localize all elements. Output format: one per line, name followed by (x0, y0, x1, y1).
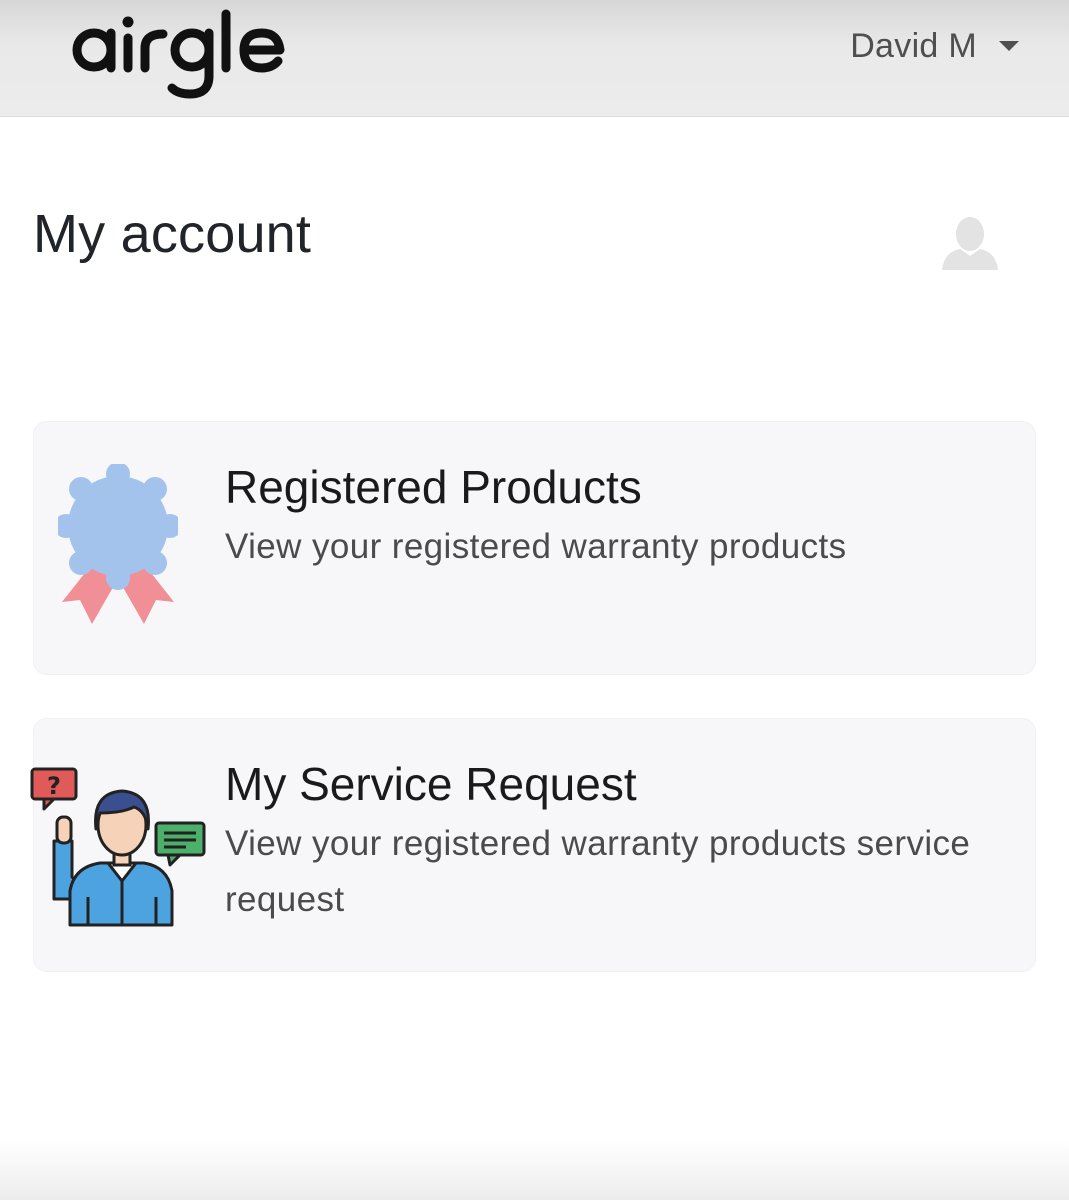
card-title: Registered Products (225, 461, 642, 513)
user-avatar-icon[interactable] (938, 212, 1002, 272)
page-title: My account (33, 204, 312, 264)
svg-text:?: ? (47, 772, 61, 800)
card-text: My Service Request View your registered … (225, 757, 1005, 928)
card-title: My Service Request (225, 758, 637, 810)
bottom-bar (0, 1140, 1069, 1200)
card-text: Registered Products View your registered… (225, 460, 1005, 575)
award-ribbon-icon (54, 462, 182, 629)
support-agent-icon: ? (30, 767, 206, 927)
service-request-card[interactable]: ? My Service Request View your registere… (30, 718, 1036, 972)
airgle-logo-mark (72, 9, 285, 99)
top-navbar: David M (0, 0, 1069, 117)
registered-products-card[interactable]: Registered Products View your registered… (33, 421, 1036, 675)
user-menu-dropdown[interactable]: David M (850, 24, 1019, 68)
card-description: View your registered warranty products s… (225, 824, 971, 920)
user-name: David M (850, 26, 977, 65)
chevron-down-icon (999, 41, 1019, 51)
card-description: View your registered warranty products (225, 527, 847, 567)
airgle-logo[interactable] (68, 8, 308, 100)
